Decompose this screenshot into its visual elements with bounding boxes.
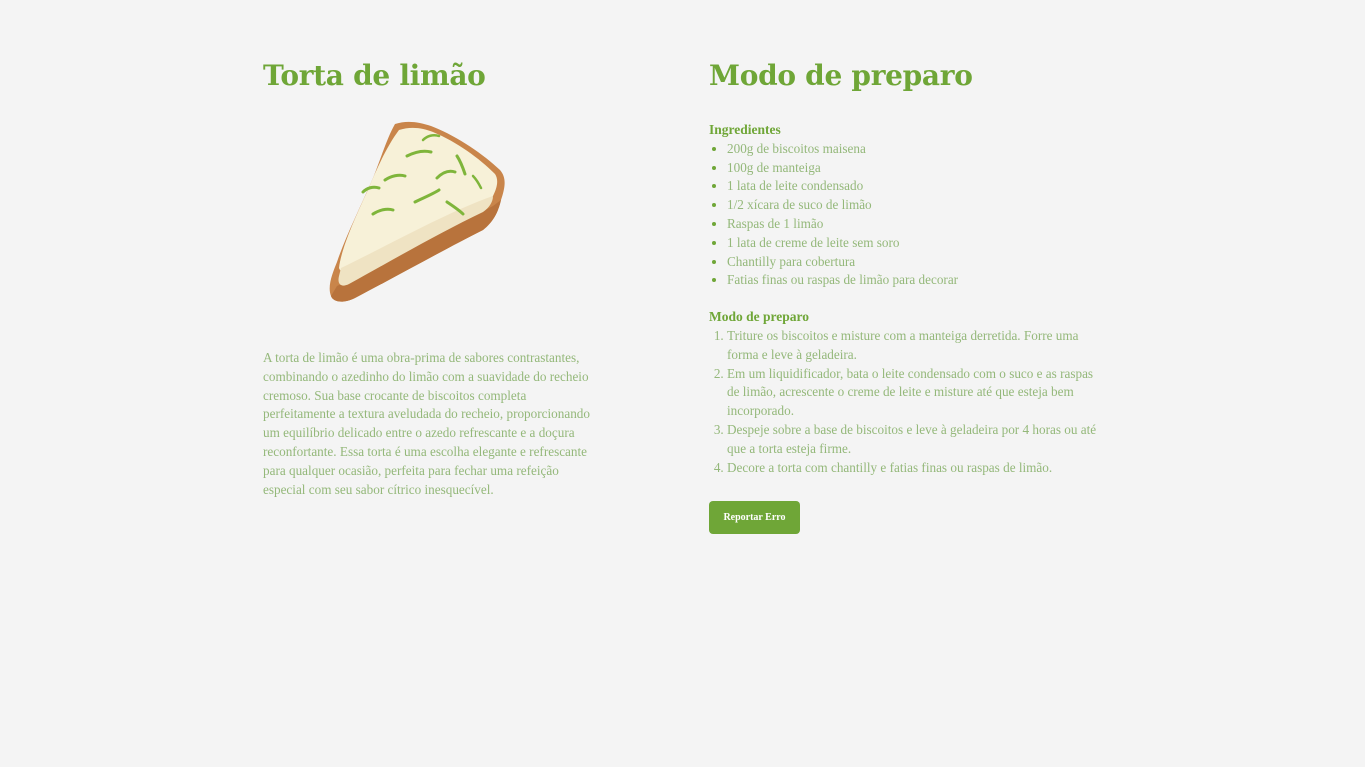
lime-pie-slice-image: [329, 121, 505, 302]
step-item: Decore a torta com chantilly e fatias fi…: [727, 459, 1107, 478]
ingredients-list: 200g de biscoitos maisena 100g de mantei…: [709, 140, 1109, 290]
recipe-page: Torta de limão A torta de limão é uma ob…: [0, 0, 1365, 767]
ingredient-item: Fatias finas ou raspas de limão para dec…: [727, 271, 1109, 290]
steps-title: Modo de preparo: [709, 309, 810, 325]
ingredient-item: Chantilly para cobertura: [727, 253, 1109, 272]
recipe-overview: Torta de limão A torta de limão é uma ob…: [263, 56, 593, 499]
step-item: Despeje sobre a base de biscoitos e leve…: [727, 421, 1107, 459]
step-item: Em um liquidificador, bata o leite conde…: [727, 365, 1107, 421]
step-item: Triture os biscoitos e misture com a man…: [727, 327, 1107, 365]
ingredient-item: 100g de manteiga: [727, 159, 1109, 178]
ingredient-item: 1 lata de creme de leite sem soro: [727, 234, 1109, 253]
recipe-title: Torta de limão: [263, 59, 486, 92]
preparation-heading: Modo de preparo: [709, 59, 973, 92]
ingredient-item: 1 lata de leite condensado: [727, 177, 1109, 196]
preparation-section: Modo de preparo Ingredientes 200g de bis…: [709, 56, 1109, 535]
recipe-photo: [297, 118, 547, 303]
recipe-description: A torta de limão é uma obra-prima de sab…: [263, 350, 590, 497]
steps-list: Triture os biscoitos e misture com a man…: [709, 327, 1107, 477]
ingredients-title: Ingredientes: [709, 122, 781, 137]
ingredient-item: 1/2 xícara de suco de limão: [727, 196, 1109, 215]
report-error-button[interactable]: Reportar Erro: [709, 501, 800, 535]
ingredient-item: 200g de biscoitos maisena: [727, 140, 1109, 159]
ingredient-item: Raspas de 1 limão: [727, 215, 1109, 234]
